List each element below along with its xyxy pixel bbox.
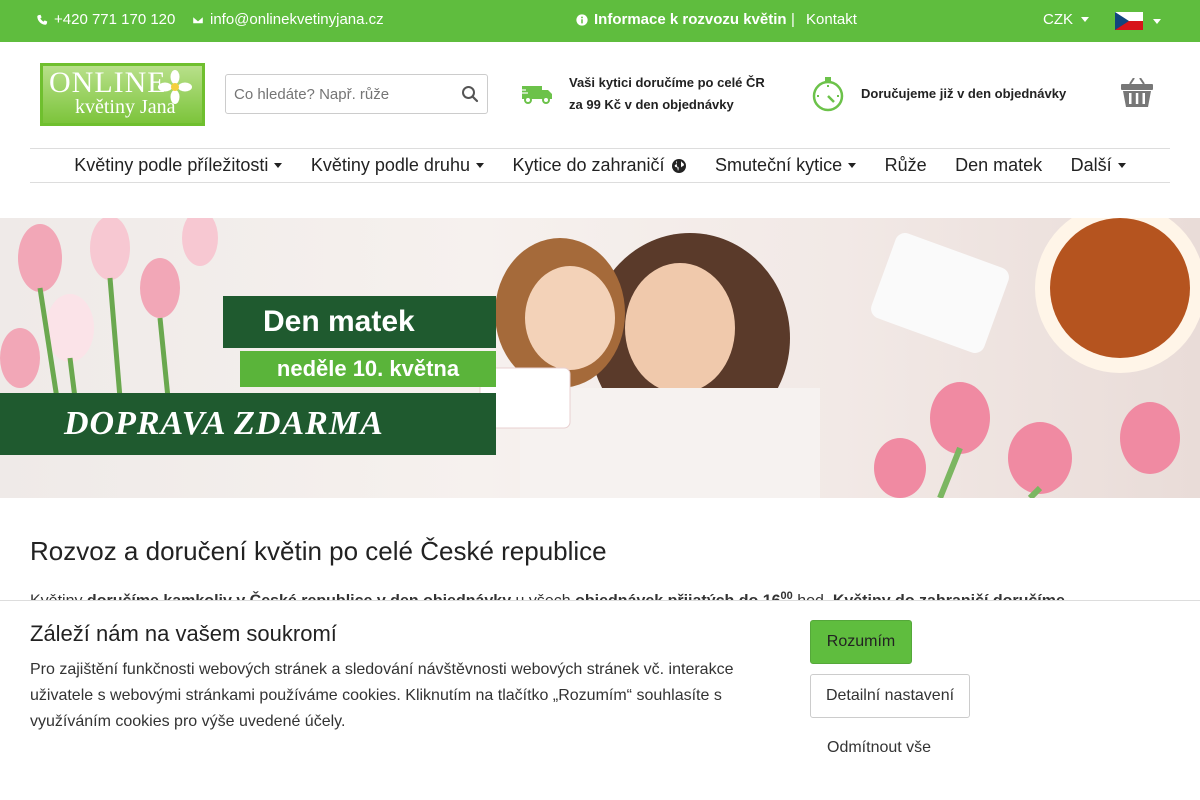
usp-sameday-text: Doručujeme již v den objednávky: [861, 86, 1067, 101]
chevron-down-icon: [1153, 18, 1161, 24]
email-address: info@onlinekvetinyjana.cz: [210, 11, 384, 28]
search-input[interactable]: [226, 85, 451, 103]
globe-icon: [671, 158, 686, 173]
banner-title: Den matek: [223, 296, 496, 348]
cookie-title: Záleží nám na vašem soukromí: [30, 621, 337, 646]
cookie-consent-bar: Záleží nám na vašem soukromí Pro zajiště…: [0, 600, 1200, 800]
accept-cookies-button[interactable]: Rozumím: [810, 620, 912, 664]
topbar-separator: |: [791, 11, 795, 28]
search-icon[interactable]: [461, 85, 479, 103]
nav-item-mothers-day[interactable]: Den matek: [955, 155, 1042, 176]
contact-label: Kontakt: [806, 11, 857, 28]
phone-icon: [37, 14, 48, 25]
shopping-basket-icon[interactable]: [1120, 78, 1154, 108]
usp-delivery-line1: Vaši kytici doručíme po celé ČR: [569, 75, 765, 90]
currency-value: CZK: [1043, 11, 1073, 28]
nav-item-abroad[interactable]: Kytice do zahraničí: [512, 155, 686, 176]
hero-banner[interactable]: Den matek neděle 10. května DOPRAVA ZDAR…: [0, 218, 1200, 498]
nav-item-roses[interactable]: Růže: [885, 155, 927, 176]
page-title: Rozvoz a doručení květin po celé České r…: [30, 536, 607, 566]
cookie-text: Pro zajištění funkčnosti webových stráne…: [30, 661, 734, 730]
banner-free-shipping: DOPRAVA ZDARMA: [0, 393, 496, 455]
chevron-down-icon: [848, 163, 857, 168]
cookie-settings-button[interactable]: Detailní nastavení: [810, 674, 970, 718]
usp-sameday: Doručujeme již v den objednávky: [810, 76, 1066, 112]
stopwatch-icon: [812, 77, 844, 112]
usp-delivery-line2: za 99 Kč v den objednávky: [569, 97, 734, 112]
usp-delivery: Vaši kytici doručíme po celé ČR za 99 Kč…: [520, 72, 765, 116]
language-select[interactable]: [1115, 12, 1161, 30]
main-navigation: Květiny podle příležitosti Květiny podle…: [30, 148, 1170, 183]
chevron-down-icon: [475, 163, 484, 168]
envelope-icon: [192, 15, 204, 24]
currency-select[interactable]: CZK: [1043, 11, 1089, 28]
chevron-down-icon: [1081, 17, 1089, 22]
logo-text-line1: ONLINE: [49, 66, 167, 99]
email-link[interactable]: info@onlinekvetinyjana.cz: [192, 11, 384, 28]
nav-item-more[interactable]: Další: [1071, 155, 1126, 176]
nav-item-occasions[interactable]: Květiny podle příležitosti: [74, 155, 283, 176]
delivery-truck-icon: [520, 86, 552, 104]
czech-flag-icon: [1115, 12, 1143, 30]
phone-number: +420 771 170 120: [54, 11, 176, 28]
site-logo[interactable]: ONLINE květiny Jana: [40, 63, 205, 126]
reject-cookies-button[interactable]: Odmítnout vše: [827, 739, 931, 757]
nav-item-funeral[interactable]: Smuteční kytice: [715, 155, 857, 176]
contact-link[interactable]: Kontakt: [806, 11, 857, 28]
chevron-down-icon: [274, 163, 283, 168]
phone-link[interactable]: +420 771 170 120: [36, 11, 175, 28]
info-icon: [576, 13, 588, 26]
flower-icon: [158, 70, 192, 104]
nav-item-flower-types[interactable]: Květiny podle druhu: [311, 155, 484, 176]
tulips-left: [0, 218, 218, 388]
banner-date: neděle 10. května: [240, 351, 496, 387]
chevron-down-icon: [1117, 163, 1126, 168]
search-box: [225, 74, 488, 114]
delivery-info-link[interactable]: Informace k rozvozu květin: [576, 11, 787, 28]
top-bar: +420 771 170 120 info@onlinekvetinyjana.…: [0, 0, 1200, 42]
banner-photo-illustration: [0, 218, 1200, 498]
delivery-info-label: Informace k rozvozu květin: [594, 11, 787, 28]
